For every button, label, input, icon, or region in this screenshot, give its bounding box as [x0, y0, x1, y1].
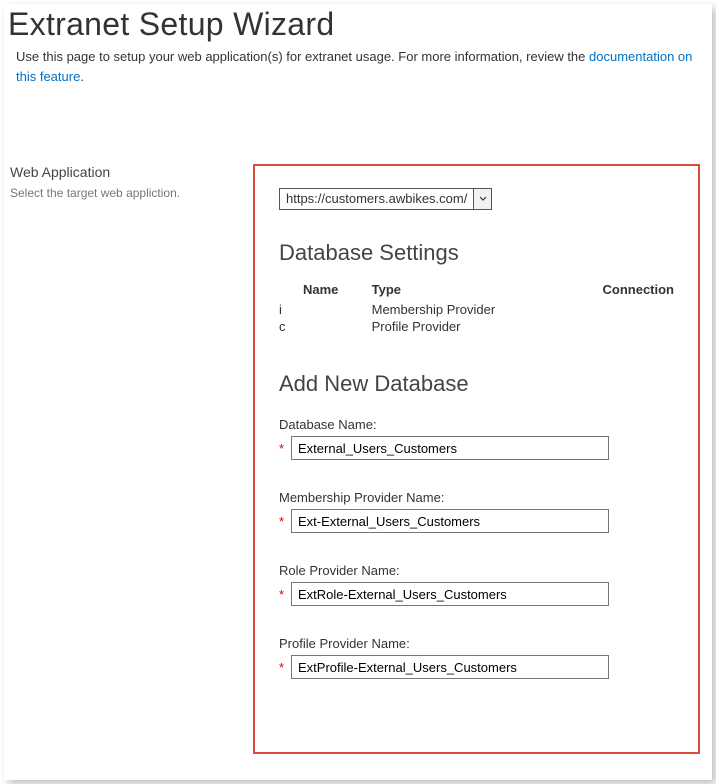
row-connection	[562, 301, 674, 318]
membership-provider-input[interactable]	[291, 509, 609, 533]
field-profile-provider: Profile Provider Name: *	[279, 636, 674, 679]
role-provider-input[interactable]	[291, 582, 609, 606]
profile-provider-input[interactable]	[291, 655, 609, 679]
required-indicator: *	[279, 441, 291, 456]
table-row: c Profile Provider	[279, 318, 674, 335]
left-section-title: Web Application	[10, 164, 253, 180]
page-intro: Use this page to setup your web applicat…	[16, 47, 700, 86]
row-name	[297, 318, 366, 335]
database-settings-heading: Database Settings	[279, 240, 674, 266]
required-indicator: *	[279, 514, 291, 529]
field-database-name: Database Name: *	[279, 417, 674, 460]
membership-provider-label: Membership Provider Name:	[279, 490, 674, 505]
database-settings-table: Name Type Connection i Membership Provid…	[279, 278, 674, 335]
row-code: c	[279, 318, 297, 335]
field-role-provider: Role Provider Name: *	[279, 563, 674, 606]
row-name	[297, 301, 366, 318]
database-name-label: Database Name:	[279, 417, 674, 432]
table-row: i Membership Provider	[279, 301, 674, 318]
field-membership-provider: Membership Provider Name: *	[279, 490, 674, 533]
left-section-desc: Select the target web appliction.	[10, 186, 253, 200]
page-title: Extranet Setup Wizard	[8, 6, 700, 43]
web-application-selected: https://customers.awbikes.com/	[280, 189, 473, 209]
intro-text-post: .	[80, 69, 84, 84]
database-name-input[interactable]	[291, 436, 609, 460]
intro-text-pre: Use this page to setup your web applicat…	[16, 49, 589, 64]
chevron-down-icon	[473, 189, 491, 209]
row-connection	[562, 318, 674, 335]
role-provider-label: Role Provider Name:	[279, 563, 674, 578]
row-type: Membership Provider	[366, 301, 562, 318]
row-type: Profile Provider	[366, 318, 562, 335]
row-code: i	[279, 301, 297, 318]
required-indicator: *	[279, 587, 291, 602]
col-name: Name	[297, 278, 366, 301]
col-connection: Connection	[562, 278, 674, 301]
col-type: Type	[366, 278, 562, 301]
profile-provider-label: Profile Provider Name:	[279, 636, 674, 651]
web-application-select[interactable]: https://customers.awbikes.com/	[279, 188, 492, 210]
main-panel: https://customers.awbikes.com/ Database …	[253, 164, 700, 754]
required-indicator: *	[279, 660, 291, 675]
add-database-heading: Add New Database	[279, 371, 674, 397]
